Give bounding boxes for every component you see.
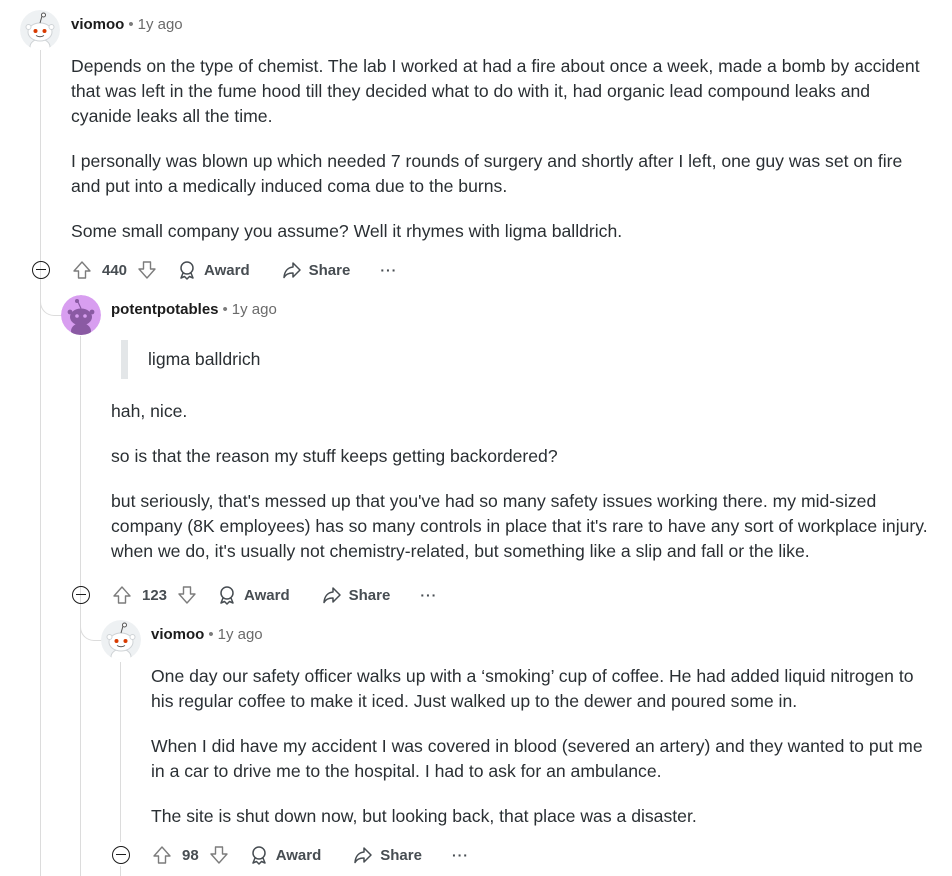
thread-connector [40, 282, 63, 316]
downvote-button[interactable] [175, 583, 199, 607]
avatar[interactable] [101, 620, 141, 660]
meta-separator: • [222, 301, 228, 318]
award-icon [251, 846, 266, 865]
comment-timestamp[interactable]: 1y ago [218, 626, 263, 643]
share-icon [354, 847, 373, 864]
more-options-button[interactable]: ··· [380, 262, 397, 278]
comment-meta: viomoo • 1y ago [71, 15, 183, 35]
vote-group: 440 [70, 258, 159, 282]
comment-body: One day our safety officer walks up with… [151, 664, 931, 849]
comment-author[interactable]: viomoo [71, 16, 124, 33]
comment-timestamp[interactable]: 1y ago [232, 301, 277, 318]
downvote-icon [209, 846, 228, 864]
comment-body: ligma balldrich hah, nice. so is that th… [111, 340, 931, 584]
share-label: Share [380, 846, 422, 864]
share-button[interactable]: Share [353, 845, 422, 865]
comment-meta: viomoo • 1y ago [151, 625, 263, 645]
thread-connector [80, 607, 103, 641]
comment-paragraph: The site is shut down now, but looking b… [151, 806, 697, 826]
share-button[interactable]: Share [322, 585, 391, 605]
downvote-button[interactable] [135, 258, 159, 282]
thread-line-level-1[interactable] [40, 50, 41, 876]
comment-paragraph: but seriously, that's messed up that you… [111, 491, 928, 561]
award-button[interactable]: Award [217, 585, 290, 605]
comment-actions: 123 Award Share ··· [72, 579, 437, 611]
comment-author[interactable]: viomoo [151, 626, 204, 643]
award-label: Award [275, 846, 322, 864]
comment-paragraph: so is that the reason my stuff keeps get… [111, 446, 558, 466]
avatar-snoo [101, 620, 141, 660]
comment-paragraph: Depends on the type of chemist. The lab … [71, 56, 920, 126]
vote-score: 98 [182, 846, 199, 864]
blockquote: ligma balldrich [121, 340, 931, 379]
collapse-icon[interactable] [32, 261, 50, 279]
upvote-icon [73, 261, 91, 279]
award-button[interactable]: Award [249, 845, 322, 865]
avatar-snoo [61, 295, 101, 335]
award-icon [220, 586, 234, 605]
downvote-icon [178, 586, 196, 604]
vote-score: 123 [142, 586, 168, 604]
comment-paragraph: hah, nice. [111, 401, 188, 421]
avatar[interactable] [20, 10, 60, 50]
comment-meta: potentpotables • 1y ago [111, 300, 277, 320]
comment-actions: 440 Award Share ··· [32, 254, 397, 286]
more-options-button[interactable]: ··· [452, 847, 469, 863]
share-icon [282, 262, 301, 279]
award-label: Award [204, 261, 250, 279]
share-label: Share [348, 586, 391, 604]
meta-separator: • [208, 626, 214, 643]
upvote-icon [113, 586, 131, 604]
vote-group: 98 [150, 843, 231, 867]
thread-line-level-3[interactable] [120, 662, 121, 842]
downvote-button[interactable] [207, 843, 231, 867]
comment-paragraph: When I did have my accident I was covere… [151, 736, 923, 781]
comment-paragraph: I personally was blown up which needed 7… [71, 151, 903, 196]
comment-timestamp[interactable]: 1y ago [138, 16, 183, 33]
award-button[interactable]: Award [177, 260, 250, 280]
award-label: Award [244, 586, 290, 604]
more-options-button[interactable]: ··· [420, 587, 437, 603]
meta-separator: • [128, 16, 134, 33]
collapse-icon[interactable] [112, 846, 130, 864]
share-icon [322, 587, 341, 604]
comment-paragraph: Some small company you assume? Well it r… [71, 221, 623, 241]
upvote-button[interactable] [150, 843, 174, 867]
award-icon [180, 261, 194, 280]
avatar[interactable] [61, 295, 101, 335]
share-button[interactable]: Share [282, 260, 351, 280]
upvote-icon [153, 846, 171, 864]
collapse-icon[interactable] [72, 586, 90, 604]
comment-paragraph: One day our safety officer walks up with… [151, 666, 914, 711]
comment-actions: 98 Award Share ··· [112, 839, 469, 871]
share-label: Share [308, 261, 351, 279]
comment-body: Depends on the type of chemist. The lab … [71, 54, 931, 264]
comment-author[interactable]: potentpotables [111, 301, 219, 318]
avatar-snoo [20, 10, 60, 50]
quote-text: ligma balldrich [148, 349, 261, 369]
downvote-icon [138, 261, 156, 279]
upvote-button[interactable] [70, 258, 94, 282]
vote-score: 440 [102, 261, 128, 279]
vote-group: 123 [110, 583, 199, 607]
upvote-button[interactable] [110, 583, 134, 607]
